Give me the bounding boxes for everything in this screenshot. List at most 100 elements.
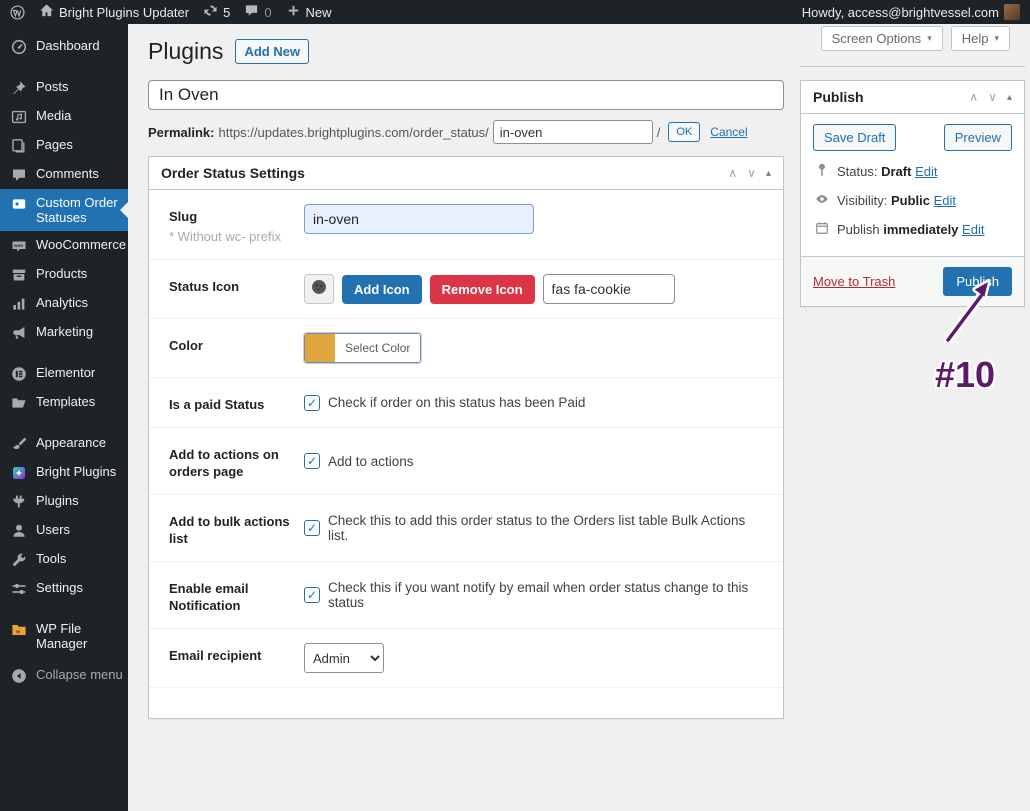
- email-notification-label: Enable email Notification: [169, 576, 304, 614]
- sidebar-item-custom-order-statuses[interactable]: Custom Order Statuses: [0, 189, 128, 231]
- publish-panel-title: Publish: [813, 89, 864, 105]
- pages-icon: [10, 137, 28, 154]
- move-down-icon[interactable]: ∨: [988, 90, 997, 104]
- select-color-button[interactable]: Select Color: [304, 333, 421, 363]
- bulk-actions-row: Add to bulk actions list ✓ Check this to…: [149, 495, 783, 562]
- move-down-icon[interactable]: ∨: [747, 166, 756, 180]
- visibility-eye-icon: [815, 192, 829, 209]
- color-label: Color: [169, 333, 304, 363]
- users-icon: [10, 522, 28, 539]
- color-row: Color Select Color: [149, 319, 783, 378]
- cookie-icon: [310, 278, 328, 301]
- sidebar-item-analytics[interactable]: Analytics: [0, 289, 128, 318]
- email-recipient-row: Email recipient Admin: [149, 629, 783, 688]
- sidebar-item-tools[interactable]: Tools: [0, 545, 128, 574]
- sidebar-item-appearance[interactable]: Appearance: [0, 429, 128, 458]
- move-to-trash-link[interactable]: Move to Trash: [813, 274, 895, 289]
- sidebar-item-woocommerce[interactable]: woo WooCommerce: [0, 231, 128, 260]
- help-button[interactable]: Help ▾: [951, 26, 1010, 51]
- sidebar-item-wp-file-manager[interactable]: WP File Manager: [0, 615, 128, 657]
- sidebar-item-dashboard[interactable]: Dashboard: [0, 32, 128, 61]
- products-icon: [10, 266, 28, 283]
- annotation-label: #10: [900, 354, 1030, 396]
- icon-class-input[interactable]: [543, 274, 675, 304]
- howdy-menu[interactable]: Howdy, access@brightvessel.com: [802, 4, 1020, 20]
- slug-input[interactable]: [304, 204, 534, 234]
- site-link[interactable]: Bright Plugins Updater: [39, 3, 189, 21]
- updates-count: 5: [223, 5, 230, 20]
- appearance-brush-icon: [10, 435, 28, 452]
- svg-text:woo: woo: [13, 243, 23, 248]
- updates-menu[interactable]: 5: [203, 3, 230, 21]
- edit-visibility-link[interactable]: Edit: [934, 193, 956, 208]
- permalink-ok-button[interactable]: OK: [668, 122, 700, 142]
- collapse-panel-icon[interactable]: ▴: [1007, 92, 1012, 103]
- status-pin-icon: [815, 163, 829, 180]
- screen-meta-divider: [800, 66, 1025, 67]
- status-icon-label: Status Icon: [169, 274, 304, 304]
- paid-status-row: Is a paid Status ✓ Check if order on thi…: [149, 378, 783, 428]
- color-swatch: [305, 334, 335, 362]
- add-new-button[interactable]: Add New: [235, 39, 309, 64]
- move-up-icon[interactable]: ∧: [969, 90, 978, 104]
- sidebar-item-users[interactable]: Users: [0, 516, 128, 545]
- calendar-icon: [815, 221, 829, 238]
- sidebar-item-marketing[interactable]: Marketing: [0, 318, 128, 347]
- status-value: Draft: [881, 164, 911, 179]
- remove-icon-button[interactable]: Remove Icon: [430, 275, 535, 304]
- wordpress-logo-icon[interactable]: [10, 5, 25, 20]
- bulk-actions-checkbox[interactable]: ✓: [304, 520, 320, 536]
- move-up-icon[interactable]: ∧: [728, 166, 737, 180]
- dashboard-icon: [10, 38, 28, 55]
- publish-button[interactable]: Publish: [943, 267, 1012, 296]
- tools-wrench-icon: [10, 551, 28, 568]
- sidebar-item-bright-plugins[interactable]: Bright Plugins: [0, 458, 128, 487]
- edit-status-link[interactable]: Edit: [915, 164, 937, 179]
- preview-button[interactable]: Preview: [944, 124, 1012, 151]
- sidebar-item-plugins[interactable]: Plugins: [0, 487, 128, 516]
- slug-note: * Without wc- prefix: [169, 228, 304, 245]
- main-content: Screen Options ▾ Help ▾ Plugins Add New …: [128, 24, 1030, 811]
- status-icon-row: Status Icon Add Icon Remove Icon: [149, 260, 783, 319]
- file-manager-folder-icon: [10, 621, 28, 638]
- icon-preview[interactable]: [304, 274, 334, 304]
- visibility-value: Public: [891, 193, 930, 208]
- analytics-icon: [10, 295, 28, 312]
- sidebar-item-media[interactable]: Media: [0, 102, 128, 131]
- comments-menu[interactable]: 0: [244, 3, 271, 21]
- email-recipient-select[interactable]: Admin: [304, 643, 384, 673]
- comments-icon: [10, 166, 28, 183]
- schedule-meta-row: Publish immediately Edit: [815, 221, 1012, 238]
- comments-bubble-icon: [244, 3, 259, 21]
- sidebar-collapse-menu[interactable]: Collapse menu: [0, 661, 128, 690]
- avatar: [1004, 4, 1020, 20]
- panel-footer: [149, 688, 783, 718]
- permalink-cancel-link[interactable]: Cancel: [710, 125, 747, 139]
- permalink-slug-input[interactable]: [493, 120, 653, 144]
- posts-icon: [10, 79, 28, 96]
- sidebar-item-posts[interactable]: Posts: [0, 73, 128, 102]
- screen-options-button[interactable]: Screen Options ▾: [821, 26, 943, 51]
- sidebar-item-settings[interactable]: Settings: [0, 574, 128, 603]
- media-icon: [10, 108, 28, 125]
- collapse-icon: [10, 667, 28, 684]
- slug-row: Slug * Without wc- prefix: [149, 190, 783, 260]
- templates-folder-icon: [10, 394, 28, 411]
- save-draft-button[interactable]: Save Draft: [813, 124, 896, 151]
- order-status-settings-panel: Order Status Settings ∧ ∨ ▴ Slug * Witho…: [148, 156, 784, 719]
- sidebar-item-elementor[interactable]: Elementor: [0, 359, 128, 388]
- add-icon-button[interactable]: Add Icon: [342, 275, 422, 304]
- sidebar-item-pages[interactable]: Pages: [0, 131, 128, 160]
- sidebar-item-templates[interactable]: Templates: [0, 388, 128, 417]
- new-menu[interactable]: New: [286, 3, 332, 21]
- paid-status-checkbox[interactable]: ✓: [304, 395, 320, 411]
- paid-status-label: Is a paid Status: [169, 392, 304, 413]
- sidebar-item-comments[interactable]: Comments: [0, 160, 128, 189]
- edit-schedule-link[interactable]: Edit: [962, 222, 984, 237]
- bright-plugins-icon: [10, 464, 28, 481]
- email-notification-checkbox[interactable]: ✓: [304, 587, 320, 603]
- sidebar-item-products[interactable]: Products: [0, 260, 128, 289]
- post-title-input[interactable]: [148, 80, 784, 110]
- actions-on-orders-checkbox[interactable]: ✓: [304, 453, 320, 469]
- collapse-panel-icon[interactable]: ▴: [766, 168, 771, 179]
